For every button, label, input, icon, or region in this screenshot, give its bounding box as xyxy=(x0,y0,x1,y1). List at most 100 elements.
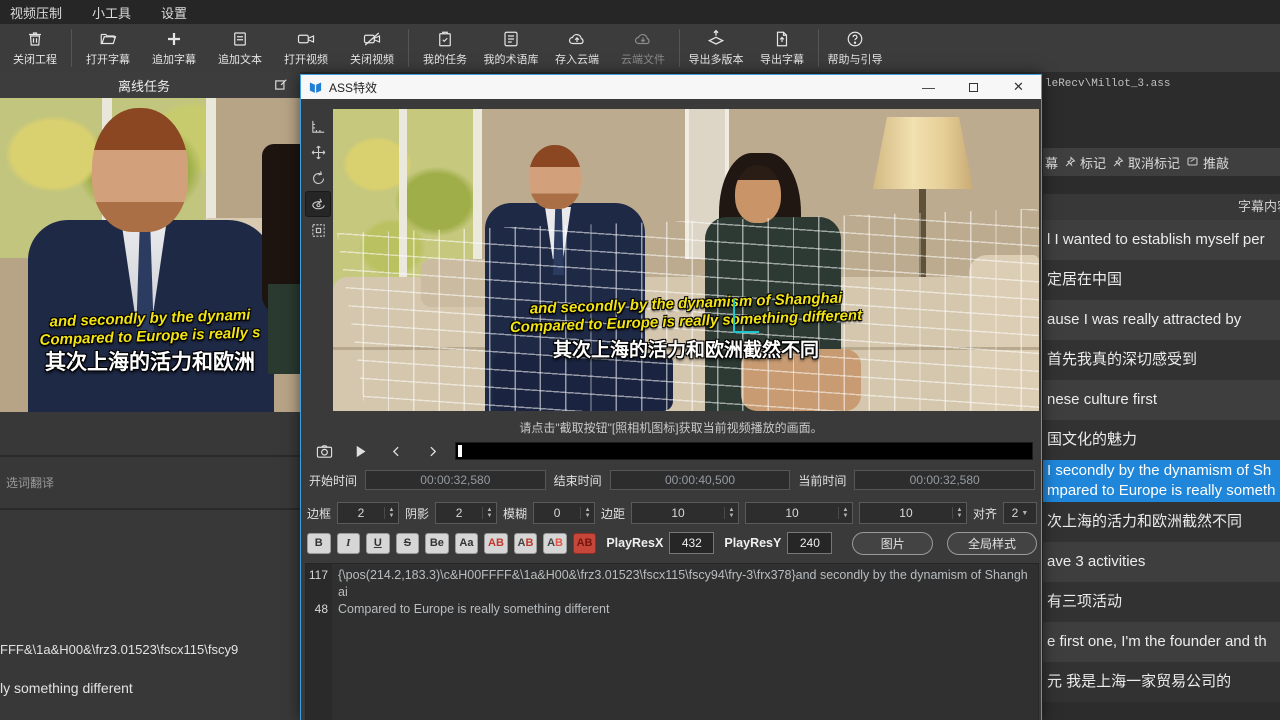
shadow-stepper[interactable]: 2 ▲▼ xyxy=(435,502,497,524)
subtitle-row[interactable]: e first one, I'm the founder and th xyxy=(1043,622,1280,662)
editor-line: {\pos(214.2,183.3)\c&H00FFFF&\1a&H00&\fr… xyxy=(338,567,1032,601)
subtitle-row[interactable]: 元 我是上海一家贸易公司的 xyxy=(1043,662,1280,702)
scene-lamp-shade xyxy=(873,117,973,189)
underline-button[interactable]: U xyxy=(366,533,390,554)
append-text-button[interactable]: 追加文本 xyxy=(207,25,273,71)
open-video-button[interactable]: 打开视频 xyxy=(273,25,339,71)
stepper-arrows-icon[interactable]: ▲▼ xyxy=(838,507,852,519)
editor-text[interactable]: {\pos(214.2,183.3)\c&H00FFFF&\1a&H00&\fr… xyxy=(332,564,1038,720)
video-seekbar[interactable] xyxy=(455,442,1033,460)
outline-color-button[interactable]: AB xyxy=(543,533,567,554)
close-button[interactable]: ✕ xyxy=(996,75,1041,99)
transform-tool-strip xyxy=(301,99,333,419)
playresy-field[interactable]: 240 xyxy=(787,532,832,554)
color-letter: B xyxy=(555,537,563,549)
stepper-arrows-icon[interactable]: ▲▼ xyxy=(724,507,738,519)
stepper-arrows-icon[interactable]: ▲▼ xyxy=(482,507,496,519)
minimize-button[interactable]: — xyxy=(906,75,951,99)
move-tool-button[interactable] xyxy=(305,139,331,165)
my-glossary-button[interactable]: 我的术语库 xyxy=(478,25,544,71)
subtitle-row[interactable]: 首先我真的深切感受到 xyxy=(1043,340,1280,380)
task-video-thumbnail[interactable]: and secondly by the dynami Compared to E… xyxy=(0,98,300,412)
menu-settings[interactable]: 设置 xyxy=(161,3,187,22)
image-button[interactable]: 图片 xyxy=(852,532,933,555)
next-frame-button[interactable] xyxy=(419,440,445,462)
append-subtitle-button[interactable]: 追加字幕 xyxy=(141,25,207,71)
blur-stepper[interactable]: 0 ▲▼ xyxy=(533,502,595,524)
unmark-button[interactable]: 取消标记 xyxy=(1112,153,1180,172)
toolbar-separator xyxy=(71,29,72,67)
border-style-button[interactable]: Be xyxy=(425,533,449,554)
edit-task-icon[interactable] xyxy=(274,78,288,97)
maximize-button[interactable] xyxy=(951,75,996,99)
rotate-3d-tool-button[interactable] xyxy=(305,191,331,217)
time-row: 开始时间 00:00:32,580 结束时间 00:00:40,500 当前时间… xyxy=(309,469,1035,491)
current-time-field[interactable]: 00:00:32,580 xyxy=(854,470,1035,490)
chevron-left-icon xyxy=(390,444,403,459)
margin-right-stepper[interactable]: 10 ▲▼ xyxy=(745,502,853,524)
ruler-tool-button[interactable] xyxy=(305,113,331,139)
margin-left-stepper[interactable]: 10 ▲▼ xyxy=(631,502,739,524)
primary-color-button[interactable]: AB xyxy=(484,533,508,554)
start-time-label: 开始时间 xyxy=(309,472,357,489)
global-style-button[interactable]: 全局样式 xyxy=(947,532,1037,555)
subtitle-row[interactable]: ave 3 activities xyxy=(1043,542,1280,582)
subtitle-row[interactable]: 有三项活动 xyxy=(1043,582,1280,622)
export-multi-version-button[interactable]: 导出多版本 xyxy=(683,25,749,71)
ass-text-editor[interactable]: 117 48 {\pos(214.2,183.3)\c&H00FFFF&\1a&… xyxy=(305,563,1039,720)
menu-tools[interactable]: 小工具 xyxy=(92,3,131,22)
mark-button[interactable]: 标记 xyxy=(1064,153,1106,172)
region-select-tool-button[interactable] xyxy=(305,217,331,243)
file-export-icon xyxy=(773,29,791,49)
my-tasks-button[interactable]: 我的任务 xyxy=(412,25,478,71)
close-video-button[interactable]: 关闭视频 xyxy=(339,25,405,71)
align-dropdown[interactable]: 2 ▼ xyxy=(1003,502,1037,524)
cloud-files-button[interactable]: 云端文件 xyxy=(610,25,676,71)
panel-divider xyxy=(0,508,300,510)
open-subtitle-button[interactable]: 打开字幕 xyxy=(75,25,141,71)
font-button[interactable]: Aa xyxy=(455,533,479,554)
subtitle-row[interactable]: 国文化的魅力 xyxy=(1043,420,1280,460)
subtitle-row-selected[interactable]: I secondly by the dynamism of Sh mpared … xyxy=(1043,460,1280,502)
help-button[interactable]: 帮助与引导 xyxy=(822,25,888,71)
transport-controls xyxy=(311,439,1033,463)
video-preview[interactable]: and secondly by the dynamism of Shanghai… xyxy=(333,109,1039,411)
stepper-arrows-icon[interactable]: ▲▼ xyxy=(952,507,966,519)
menu-bar: 视频压制 小工具 设置 xyxy=(0,0,1280,24)
strikethrough-button[interactable]: S xyxy=(396,533,420,554)
play-button[interactable] xyxy=(347,440,373,462)
margin-vertical-stepper[interactable]: 10 ▲▼ xyxy=(859,502,967,524)
start-time-field[interactable]: 00:00:32,580 xyxy=(365,470,546,490)
subtitle-row[interactable]: nese culture first xyxy=(1043,380,1280,420)
dialog-title: ASS特效 xyxy=(329,79,377,96)
stepper-arrows-icon[interactable]: ▲▼ xyxy=(580,507,594,519)
secondary-color-button[interactable]: AB xyxy=(514,533,538,554)
prev-frame-button[interactable] xyxy=(383,440,409,462)
cloud-file-icon xyxy=(633,29,653,49)
save-to-cloud-button[interactable]: 存入云端 xyxy=(544,25,610,71)
border-stepper[interactable]: 2 ▲▼ xyxy=(337,502,399,524)
subtitle-row[interactable]: 次上海的活力和欧洲截然不同 xyxy=(1043,502,1280,542)
close-project-button[interactable]: 关闭工程 xyxy=(2,25,68,71)
menu-video-compress[interactable]: 视频压制 xyxy=(10,3,62,22)
shadow-color-button[interactable]: AB xyxy=(573,533,597,554)
italic-button[interactable]: I xyxy=(337,533,361,554)
subtitle-row[interactable]: l I wanted to establish myself per xyxy=(1043,220,1280,260)
scene-man-head xyxy=(529,145,581,209)
ass-effects-dialog: ASS特效 — ✕ xyxy=(300,74,1042,720)
capture-frame-button[interactable] xyxy=(311,440,337,462)
refine-button[interactable]: 推敲 xyxy=(1186,153,1229,172)
stepper-arrows-icon[interactable]: ▲▼ xyxy=(384,507,398,519)
subtitle-row[interactable]: 定居在中国 xyxy=(1043,260,1280,300)
color-letter: B xyxy=(525,537,533,549)
rotate-tool-button[interactable] xyxy=(305,165,331,191)
dialog-titlebar[interactable]: ASS特效 — ✕ xyxy=(301,75,1041,99)
subtitle-row[interactable]: ause I was really attracted by xyxy=(1043,300,1280,340)
seekbar-handle[interactable] xyxy=(458,445,462,457)
panel-divider xyxy=(0,455,300,457)
bold-button[interactable]: B xyxy=(307,533,331,554)
open-folder-icon xyxy=(98,29,118,49)
export-subtitle-button[interactable]: 导出字幕 xyxy=(749,25,815,71)
end-time-field[interactable]: 00:00:40,500 xyxy=(610,470,791,490)
playresx-field[interactable]: 432 xyxy=(669,532,714,554)
